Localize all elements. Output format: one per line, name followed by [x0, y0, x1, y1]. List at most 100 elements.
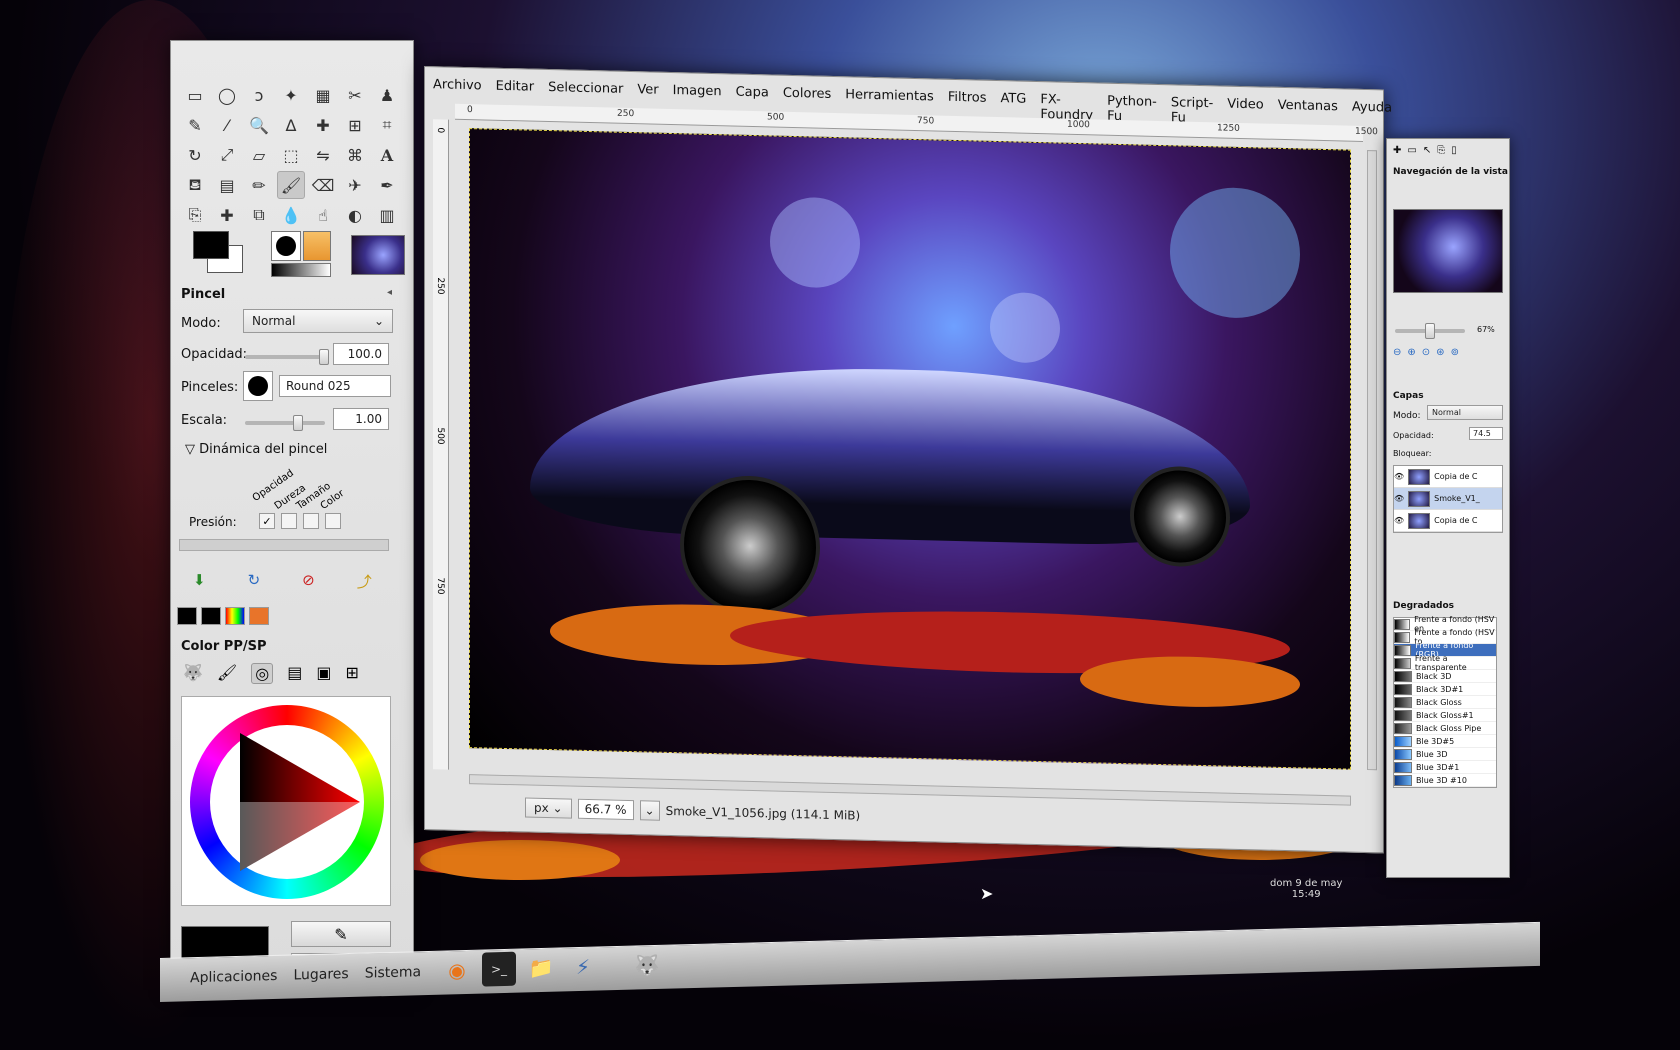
- horizontal-scrollbar[interactable]: [179, 539, 389, 551]
- brush-dynamics-expander[interactable]: ▽ Dinámica del pincel: [185, 442, 327, 457]
- panel-menu-lugares[interactable]: Lugares: [293, 966, 348, 983]
- bg-tab-icon[interactable]: [201, 607, 221, 625]
- zoom-window-icon[interactable]: ⊚: [1451, 347, 1459, 358]
- gradient-item[interactable]: Black Gloss#1: [1394, 709, 1496, 722]
- layers-tab-icon[interactable]: ▭: [1407, 145, 1416, 156]
- save-options-icon[interactable]: ⬇: [193, 571, 206, 592]
- pressure-size-checkbox[interactable]: [303, 513, 319, 529]
- color-picker-icon[interactable]: ⁄: [213, 111, 241, 139]
- brush-select-button[interactable]: [243, 371, 273, 401]
- scale-icon[interactable]: ⤢: [213, 141, 241, 169]
- eye-icon[interactable]: 👁: [1394, 494, 1404, 503]
- opacity-slider-thumb[interactable]: [319, 349, 329, 365]
- fuzzy-select-icon[interactable]: ✦: [277, 81, 305, 109]
- unit-select[interactable]: px ⌄: [525, 797, 572, 819]
- zoom-100-icon[interactable]: ⊛: [1436, 347, 1444, 358]
- scale-slider[interactable]: [245, 415, 325, 431]
- ink-icon[interactable]: ✒: [373, 171, 401, 199]
- zoom-field[interactable]: 66.7 %: [577, 798, 634, 821]
- perspective-clone-icon[interactable]: ⧉: [245, 201, 273, 229]
- fg-tab-icon[interactable]: [177, 607, 197, 625]
- vertical-ruler[interactable]: 0 250 500 750: [433, 119, 449, 770]
- airbrush-icon[interactable]: ✈: [341, 171, 369, 199]
- free-select-icon[interactable]: ↄ: [245, 81, 273, 109]
- move-icon[interactable]: ✚: [1393, 145, 1401, 156]
- brush-name-field[interactable]: Round 025: [279, 375, 391, 397]
- pattern-preview[interactable]: [303, 231, 331, 261]
- folder-icon[interactable]: 📁: [524, 951, 558, 986]
- clone-icon[interactable]: ⎘: [181, 201, 209, 229]
- colors-tab-icon[interactable]: [249, 607, 269, 625]
- reset-options-icon[interactable]: ⤴: [357, 571, 372, 592]
- dodge-burn-icon[interactable]: ◐: [341, 201, 369, 229]
- zoom-out-icon[interactable]: ⊖: [1393, 347, 1401, 358]
- watercolor-selector-icon[interactable]: ▣: [316, 663, 331, 684]
- levels-icon[interactable]: ▥: [373, 201, 401, 229]
- measure-icon[interactable]: ∆: [277, 111, 305, 139]
- crop-icon[interactable]: ⌗: [373, 111, 401, 139]
- scales-selector-icon[interactable]: ▤: [287, 663, 302, 684]
- rotate-icon[interactable]: ↻: [181, 141, 209, 169]
- gradient-item[interactable]: Blue 3D: [1394, 748, 1496, 761]
- delete-options-icon[interactable]: ⊘: [302, 571, 315, 592]
- scale-field[interactable]: 1.00: [333, 408, 389, 430]
- shear-icon[interactable]: ▱: [245, 141, 273, 169]
- perspective-icon[interactable]: ⬚: [277, 141, 305, 169]
- text-icon[interactable]: A: [373, 141, 401, 169]
- panel-menu-sistema[interactable]: Sistema: [365, 964, 421, 981]
- cage-icon[interactable]: ⌘: [341, 141, 369, 169]
- blur-icon[interactable]: 💧: [277, 201, 305, 229]
- gradient-item[interactable]: Ble 3D#5: [1394, 735, 1496, 748]
- cmyk-selector-icon[interactable]: 🖌: [217, 663, 237, 684]
- layers-mode-select[interactable]: Normal: [1427, 405, 1503, 420]
- image-canvas[interactable]: [469, 128, 1351, 770]
- gradient-item[interactable]: Blue 3D#1: [1394, 761, 1496, 774]
- zoom-in-icon[interactable]: ⊕: [1407, 347, 1415, 358]
- eye-icon[interactable]: 👁: [1394, 516, 1404, 525]
- smudge-icon[interactable]: ☝: [309, 201, 337, 229]
- color-triangle[interactable]: [210, 725, 364, 879]
- heal-icon[interactable]: ✚: [213, 201, 241, 229]
- gradient-item[interactable]: Blue 3D #10: [1394, 774, 1496, 787]
- pencil-icon[interactable]: ✏: [245, 171, 273, 199]
- zoom-dropdown[interactable]: ⌄: [639, 800, 660, 821]
- pressure-color-checkbox[interactable]: [325, 513, 341, 529]
- firefox-icon[interactable]: ◉: [440, 953, 474, 988]
- flip-icon[interactable]: ⇋: [309, 141, 337, 169]
- blend-icon[interactable]: ▤: [213, 171, 241, 199]
- layer-row[interactable]: 👁 Copia de C: [1394, 510, 1502, 532]
- gradient-item[interactable]: Black 3D#1: [1394, 683, 1496, 696]
- gradient-item[interactable]: Black Gloss: [1394, 696, 1496, 709]
- gradient-item[interactable]: Frente a transparente: [1394, 654, 1496, 672]
- gradient-item[interactable]: Black Gloss Pipe: [1394, 722, 1496, 735]
- mode-select[interactable]: Normal ⌄: [243, 309, 393, 333]
- triangle-selector-icon[interactable]: ◎: [251, 663, 274, 684]
- panel-menu-aplicaciones[interactable]: Aplicaciones: [190, 968, 277, 986]
- nav-zoom-slider[interactable]: [1395, 323, 1465, 339]
- palette-tab-icon[interactable]: [225, 607, 245, 625]
- gimp-taskbar-icon[interactable]: 🐺: [630, 948, 664, 983]
- color-picker-button[interactable]: ✎: [291, 921, 391, 947]
- foreground-color-swatch[interactable]: [193, 231, 229, 259]
- opacity-slider[interactable]: [245, 349, 329, 365]
- opacity-field[interactable]: 100.0: [333, 343, 389, 365]
- color-select-icon[interactable]: ▦: [309, 81, 337, 109]
- color-wheel-area[interactable]: [181, 696, 391, 906]
- restore-options-icon[interactable]: ↻: [248, 571, 261, 592]
- gimp-selector-icon[interactable]: 🐺: [183, 663, 203, 684]
- scissors-icon[interactable]: ✂: [341, 81, 369, 109]
- layer-row[interactable]: 👁 Copia de C: [1394, 466, 1502, 488]
- terminal-icon[interactable]: >_: [482, 951, 516, 987]
- layers-opacity-field[interactable]: 74.5: [1469, 427, 1503, 440]
- scale-slider-thumb[interactable]: [293, 415, 303, 431]
- navigation-preview[interactable]: [1393, 209, 1503, 293]
- align-icon[interactable]: ⊞: [341, 111, 369, 139]
- nav-zoom-thumb[interactable]: [1425, 323, 1435, 339]
- wheel-selector-icon[interactable]: ⊞: [345, 663, 358, 684]
- app-launcher-icon[interactable]: ⚡: [566, 949, 600, 984]
- eraser-icon[interactable]: ⌫: [309, 171, 337, 199]
- zoom-fit-icon[interactable]: ⊙: [1422, 347, 1430, 358]
- layer-row[interactable]: 👁 Smoke_V1_: [1394, 488, 1502, 510]
- zoom-icon[interactable]: 🔍: [245, 111, 273, 139]
- gradient-preview[interactable]: [271, 263, 331, 277]
